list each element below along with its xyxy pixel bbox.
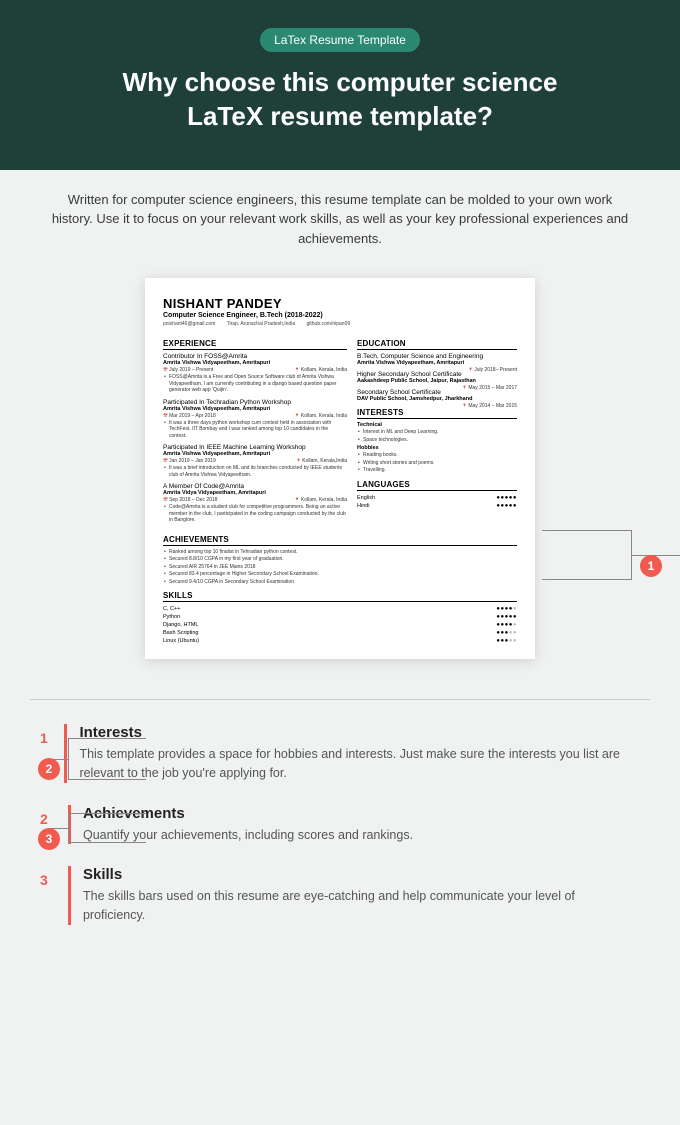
section-languages: LANGUAGES [357, 480, 517, 491]
resume-wrap: NISHANT PANDEY Computer Science Engineer… [0, 268, 680, 699]
achievement-item: Secured 9.4/10 CGPA in Secondary School … [163, 579, 517, 586]
section-skills: SKILLS [163, 591, 517, 602]
explain-text: The skills bars used on this resume are … [83, 887, 640, 925]
resume-contact: pnishant46@gmail.com Tirap, Arunachal Pr… [163, 321, 517, 327]
skill-row: C, C++●●●●● [163, 605, 517, 613]
section-achievements: ACHIEVEMENTS [163, 535, 517, 546]
explain-item: 3 Skills The skills bars used on this re… [40, 866, 640, 925]
resume-subtitle: Computer Science Engineer, B.Tech (2018-… [163, 312, 517, 319]
achievement-item: Secured 83.4 percentage in Higher Second… [163, 571, 517, 578]
explain-text: This template provides a space for hobbi… [79, 745, 640, 783]
bracket-1 [542, 530, 632, 580]
achievement-item: Secured AIR 25764 in JEE Mains 2018 [163, 564, 517, 571]
skill-row: Django, HTML●●●●● [163, 621, 517, 629]
skill-row: Linux (Ubuntu)●●●●● [163, 637, 517, 645]
bracket-3 [68, 813, 146, 843]
badge: LaTex Resume Template [260, 28, 420, 52]
achievement-item: Secured 8.8/10 CGPA in my first year of … [163, 556, 517, 563]
resume-preview: NISHANT PANDEY Computer Science Engineer… [145, 278, 535, 659]
experience-item: Participated In Techradian Python Worksh… [163, 399, 347, 440]
section-education: EDUCATION [357, 339, 517, 350]
section-interests: INTERESTS [357, 408, 517, 419]
experience-item: Participated In IEEE Machine Learning Wo… [163, 444, 347, 478]
explain-num: 3 [40, 866, 54, 888]
resume-name: NISHANT PANDEY [163, 296, 517, 311]
explain-title: Skills [83, 866, 640, 883]
callout-2: 2 [38, 758, 60, 780]
achievement-item: Ranked among top 10 finalist in Tehradia… [163, 549, 517, 556]
page-title: Why choose this computer science LaTeX r… [40, 66, 640, 134]
bracket-2 [68, 738, 146, 780]
header: LaTex Resume Template Why choose this co… [0, 0, 680, 170]
skill-row: Bash Scripting●●●●● [163, 629, 517, 637]
experience-item: Contributor In FOSS@Amrita Amrita Vishwa… [163, 353, 347, 394]
explain-num: 1 [40, 724, 50, 746]
language-row: English●●●●● [357, 494, 517, 502]
callout-1: 1 [640, 555, 662, 577]
section-experience: EXPERIENCE [163, 339, 347, 350]
skill-row: Python●●●●● [163, 613, 517, 621]
explain-title: Interests [79, 724, 640, 741]
experience-item: A Member Of Code@Amrita Amrita Vidya Vid… [163, 483, 347, 524]
intro-text: Written for computer science engineers, … [0, 170, 680, 269]
callout-3: 3 [38, 828, 60, 850]
language-row: Hindi●●●●● [357, 502, 517, 510]
explain-num: 2 [40, 805, 54, 827]
education-item: B.Tech, Computer Science and Engineering… [357, 353, 517, 366]
